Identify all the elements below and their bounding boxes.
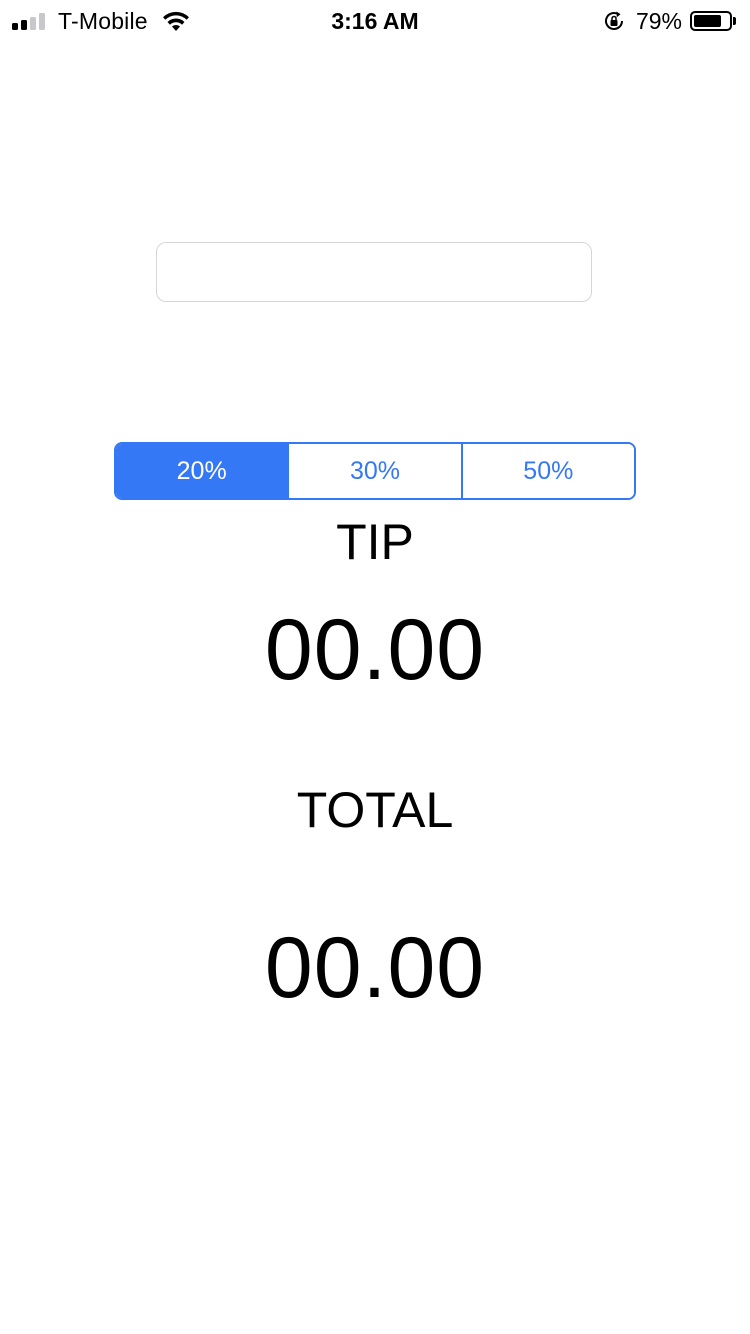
battery-level-fill [694, 15, 721, 27]
tip-calculator-screen: T-Mobile 3:16 AM 79% 20% 30% 50% TIP 00.… [0, 0, 750, 1334]
bill-amount-input[interactable] [156, 242, 592, 302]
total-amount: 00.00 [264, 920, 486, 1016]
total-label: TOTAL [296, 782, 454, 838]
tip-option-50[interactable]: 50% [462, 444, 634, 498]
battery-percent: 79% [635, 7, 682, 34]
status-right: 79% [602, 6, 736, 36]
tip-option-30[interactable]: 30% [289, 444, 463, 498]
battery-icon [690, 11, 732, 31]
status-bar: T-Mobile 3:16 AM 79% [0, 0, 750, 40]
battery-tip [733, 17, 736, 25]
tip-percentage-segmented-control: 20% 30% 50% [114, 442, 636, 500]
tip-amount: 00.00 [264, 602, 486, 698]
tip-option-20[interactable]: 20% [116, 444, 290, 498]
rotation-lock-icon [602, 9, 626, 33]
tip-label: TIP [336, 514, 414, 570]
